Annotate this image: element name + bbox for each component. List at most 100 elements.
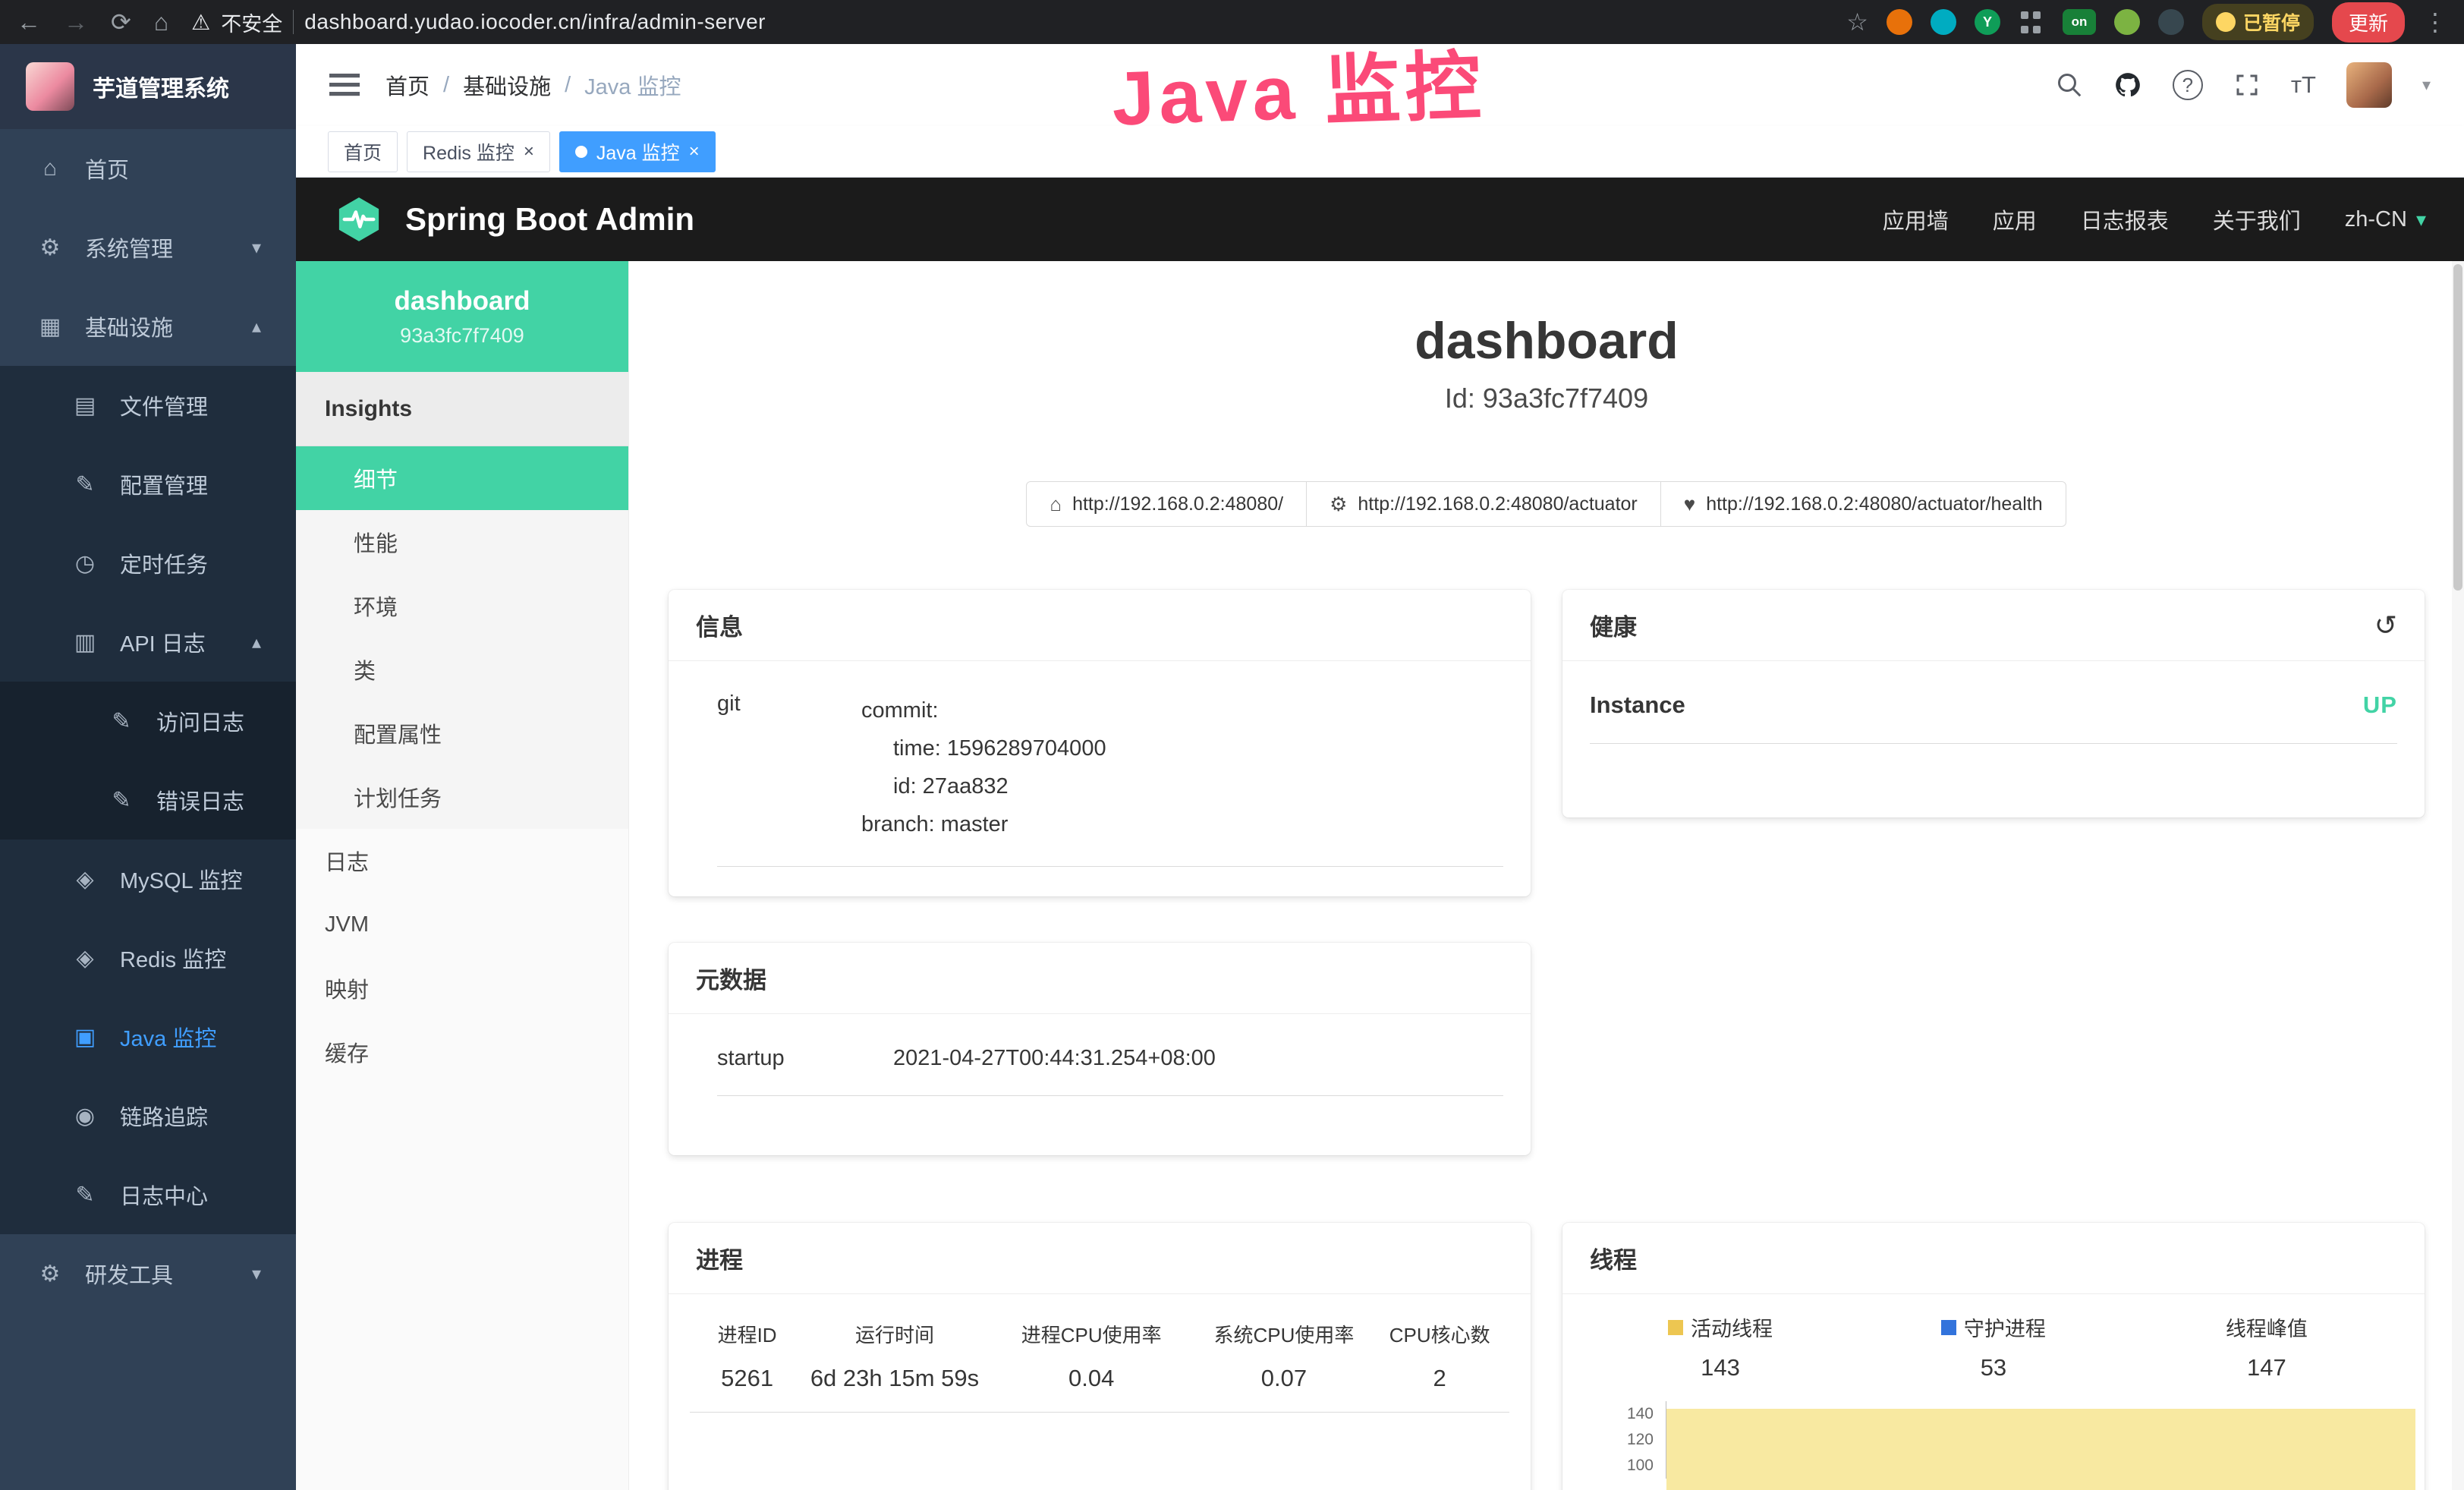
tab-home[interactable]: 首页 <box>328 131 398 172</box>
tab-redis-monitor[interactable]: Redis 监控× <box>407 131 550 172</box>
extension-icon-6[interactable] <box>2114 9 2140 35</box>
legend-label: 活动线程 <box>1691 1312 1773 1342</box>
home-icon[interactable]: ⌂ <box>154 8 168 36</box>
health-url-button[interactable]: ♥http://192.168.0.2:48080/actuator/healt… <box>1660 481 2066 527</box>
sba-nav-about[interactable]: 关于我们 <box>2213 203 2301 235</box>
sidebar-item-redis-monitor[interactable]: ◈Redis 监控 <box>0 918 296 997</box>
col-header: 进程ID <box>690 1312 804 1354</box>
history-icon[interactable]: ↺ <box>2374 610 2397 641</box>
close-icon[interactable]: × <box>689 143 700 161</box>
logo-image <box>26 62 74 111</box>
chevron-down-icon: ▾ <box>2416 208 2426 232</box>
bookmark-star-icon[interactable]: ☆ <box>1846 8 1868 36</box>
warning-icon: ⚠ <box>191 10 210 35</box>
sba-nav-applications[interactable]: 应用 <box>1993 203 2037 235</box>
reload-icon[interactable]: ⟳ <box>111 8 131 36</box>
sidebar-item-files[interactable]: ▤文件管理 <box>0 366 296 445</box>
sba-item-logs[interactable]: 日志 <box>296 829 628 893</box>
paused-badge[interactable]: 已暂停 <box>2202 4 2314 40</box>
scrollbar[interactable] <box>2452 261 2464 1490</box>
info-key: git <box>717 691 861 843</box>
back-icon[interactable]: ← <box>17 8 41 36</box>
uptime-value: 6d 23h 15m 59s <box>804 1354 985 1412</box>
sidebar-item-error-logs[interactable]: ✎错误日志 <box>0 761 296 840</box>
extension-on-toggle-icon[interactable]: on <box>2063 9 2096 35</box>
status-badge: UP <box>2363 691 2397 719</box>
sba-item-config-props[interactable]: 配置属性 <box>296 701 628 765</box>
sidebar-logo[interactable]: 芋道管理系统 <box>0 44 296 129</box>
instance-health-row[interactable]: Instance UP <box>1590 691 2397 744</box>
sba-item-jvm[interactable]: JVM <box>296 893 628 956</box>
avatar-caret-icon[interactable]: ▾ <box>2422 75 2431 95</box>
instance-links: ⌂http://192.168.0.2:48080/ ⚙http://192.1… <box>629 481 2464 527</box>
divider <box>293 10 294 34</box>
chevron-down-icon: ▾ <box>252 1263 261 1285</box>
user-avatar[interactable] <box>2346 62 2392 108</box>
breadcrumb-infrastructure[interactable]: 基础设施 <box>463 69 551 101</box>
extension-icon-1[interactable] <box>1887 9 1912 35</box>
github-icon[interactable] <box>2113 71 2142 99</box>
sba-item-metrics[interactable]: 性能 <box>296 510 628 574</box>
sidebar-item-api-logs[interactable]: ▥API 日志▴ <box>0 603 296 682</box>
breadcrumb-home[interactable]: 首页 <box>385 69 430 101</box>
actuator-url-button[interactable]: ⚙http://192.168.0.2:48080/actuator <box>1306 481 1661 527</box>
sidebar-item-config[interactable]: ✎配置管理 <box>0 445 296 524</box>
scrollbar-thumb[interactable] <box>2453 264 2462 591</box>
info-card: 信息 git commit: time: 1596289704000 id: 2… <box>669 590 1531 896</box>
close-icon[interactable]: × <box>524 143 534 161</box>
sidebar-item-dev-tools[interactable]: ⚙研发工具▾ <box>0 1234 296 1313</box>
log-icon: ▥ <box>70 629 100 656</box>
extensions-grid-icon[interactable] <box>2019 9 2044 35</box>
live-threads-area <box>1666 1409 2415 1490</box>
sba-item-scheduled-tasks[interactable]: 计划任务 <box>296 765 628 829</box>
sidebar-item-tracing[interactable]: ◉链路追踪 <box>0 1076 296 1155</box>
threads-card: 线程 活动线程 143 守护进程 53 线程峰值 <box>1562 1223 2425 1490</box>
font-size-icon[interactable]: тT <box>2291 71 2316 99</box>
breadcrumb-current: Java 监控 <box>584 69 681 101</box>
browser-toolbar: ← → ⟳ ⌂ ⚠ 不安全 dashboard.yudao.iocoder.cn… <box>0 0 2464 44</box>
chevron-up-icon: ▴ <box>252 632 261 654</box>
sidebar-item-log-center[interactable]: ✎日志中心 <box>0 1155 296 1234</box>
address-bar[interactable]: ⚠ 不安全 dashboard.yudao.iocoder.cn/infra/a… <box>191 8 766 37</box>
sidebar-item-home[interactable]: ⌂首页 <box>0 129 296 208</box>
sba-item-classes[interactable]: 类 <box>296 638 628 701</box>
metadata-card: 元数据 startup 2021-04-27T00:44:31.254+08:0… <box>669 943 1531 1155</box>
sba-nav-wallboard[interactable]: 应用墙 <box>1883 203 1949 235</box>
sba-item-caches[interactable]: 缓存 <box>296 1020 628 1084</box>
logo-title: 芋道管理系统 <box>93 70 229 103</box>
forward-icon[interactable]: → <box>64 8 88 36</box>
eye-icon: ◉ <box>70 1103 100 1129</box>
extension-icon-3[interactable]: Y <box>1975 9 2000 35</box>
service-url-button[interactable]: ⌂http://192.168.0.2:48080/ <box>1026 481 1307 527</box>
cpu-cores-value: 2 <box>1370 1354 1509 1412</box>
sidebar-item-mysql-monitor[interactable]: ◈MySQL 监控 <box>0 840 296 918</box>
sba-language-select[interactable]: zh-CN▾ <box>2345 207 2426 232</box>
search-icon[interactable] <box>2056 71 2083 99</box>
help-icon[interactable]: ? <box>2173 70 2203 100</box>
hamburger-icon[interactable] <box>329 72 360 98</box>
sba-item-details[interactable]: 细节 <box>296 446 628 510</box>
chrome-menu-icon[interactable]: ⋮ <box>2423 8 2447 36</box>
sidebar-item-access-logs[interactable]: ✎访问日志 <box>0 682 296 761</box>
extension-icon-2[interactable] <box>1931 9 1956 35</box>
update-button[interactable]: 更新 <box>2332 2 2405 43</box>
sidebar-item-infrastructure[interactable]: ▦基础设施▴ <box>0 287 296 366</box>
sba-brand[interactable]: Spring Boot Admin <box>405 201 694 238</box>
sba-item-environment[interactable]: 环境 <box>296 574 628 638</box>
sba-item-mappings[interactable]: 映射 <box>296 956 628 1020</box>
sidebar-item-system[interactable]: ⚙系统管理▾ <box>0 208 296 287</box>
process-card: 进程 进程ID 运行时间 进程CPU使用率 系统CPU使用率 CPU核心数 52… <box>669 1223 1531 1490</box>
sidebar-item-scheduled-jobs[interactable]: ◷定时任务 <box>0 524 296 603</box>
extension-icon-7[interactable] <box>2158 9 2184 35</box>
database-icon: ◈ <box>70 945 100 972</box>
chart-plot-area <box>1666 1401 2415 1479</box>
fullscreen-icon[interactable] <box>2233 71 2261 99</box>
url-text[interactable]: dashboard.yudao.iocoder.cn/infra/admin-s… <box>304 10 766 34</box>
sba-nav-journal[interactable]: 日志报表 <box>2081 203 2169 235</box>
sidebar-item-java-monitor[interactable]: ▣Java 监控 <box>0 997 296 1076</box>
chart-y-axis: 140 120 100 <box>1575 1401 1666 1479</box>
gear-icon: ⚙ <box>35 235 65 261</box>
sba-instance-header[interactable]: dashboard 93a3fc7f7409 <box>296 261 628 372</box>
tab-java-monitor[interactable]: Java 监控× <box>559 131 716 172</box>
startup-row: startup 2021-04-27T00:44:31.254+08:00 <box>717 1046 1503 1096</box>
